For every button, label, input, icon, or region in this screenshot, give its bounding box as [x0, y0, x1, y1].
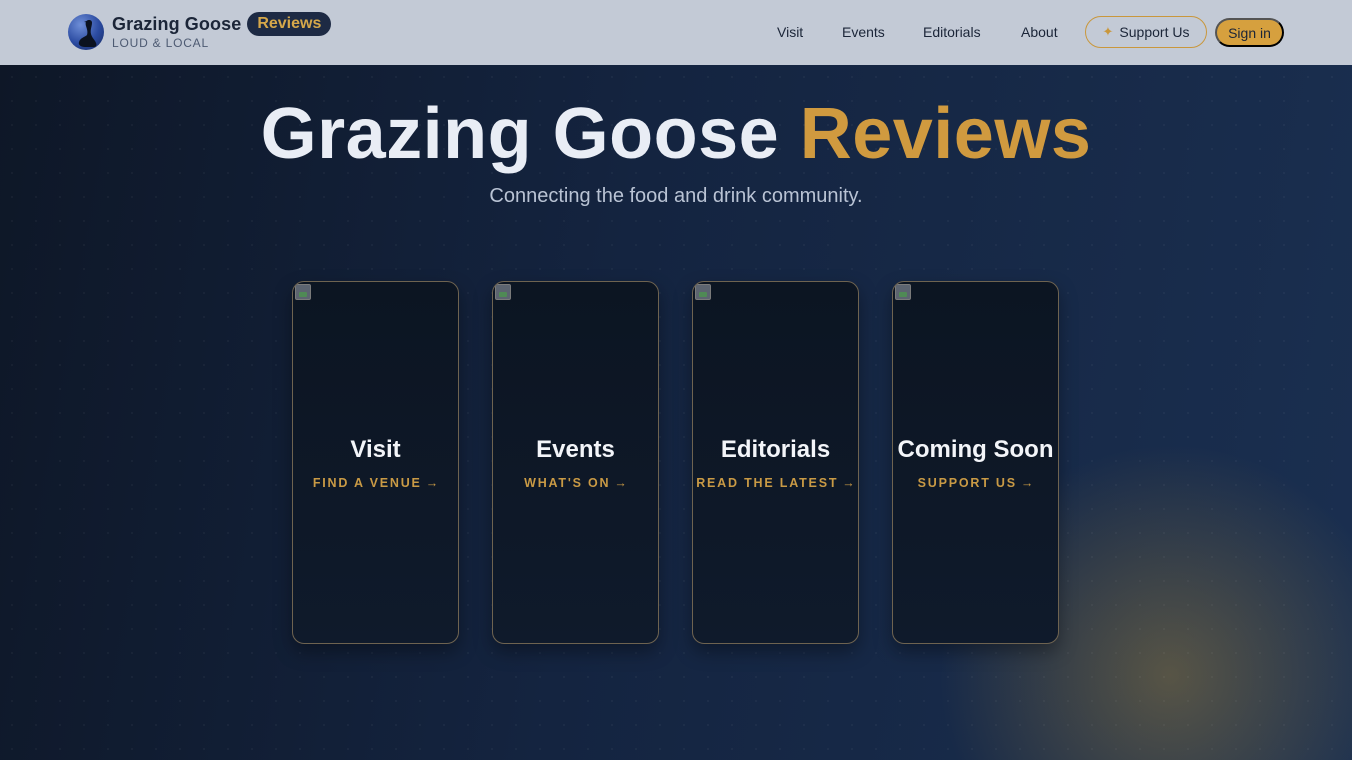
hero-title-main: Grazing Goose — [260, 94, 780, 174]
arrow-right-icon: → — [842, 476, 855, 490]
card-title: Editorials — [720, 436, 831, 463]
arrow-right-icon: → — [425, 476, 439, 490]
card-cta: WHAT'S ON → — [493, 476, 658, 490]
brand-tagline: LOUD & LOCAL — [112, 36, 209, 50]
card-cta-label: FIND A VENUE — [312, 476, 422, 490]
card-cta-label: READ THE LATEST — [696, 476, 839, 490]
brand-name: Grazing Goose — [112, 13, 242, 34]
card-title: Visit — [350, 436, 401, 463]
support-us-label: Support Us — [1119, 24, 1190, 40]
hero-section: Grazing Goose Reviews Connecting the foo… — [0, 65, 1352, 760]
card-image — [295, 284, 311, 300]
card-title: Coming Soon — [897, 436, 1054, 463]
brand-pill: Reviews — [247, 12, 332, 36]
card-coming-soon[interactable]: Coming Soon SUPPORT US → — [892, 281, 1059, 644]
card-visit[interactable]: Visit FIND A VENUE → — [292, 281, 459, 644]
site-header: Grazing Goose Reviews LOUD & LOCAL Visit… — [0, 0, 1352, 65]
card-cta-label: WHAT'S ON — [524, 476, 611, 490]
arrow-right-icon: → — [614, 476, 627, 490]
hero-subtitle: Connecting the food and drink community. — [489, 185, 863, 207]
sign-in-button[interactable]: Sign in — [1215, 18, 1284, 47]
nav-link-events[interactable]: Events — [842, 24, 885, 40]
brand[interactable]: Grazing Goose Reviews LOUD & LOCAL — [68, 12, 332, 50]
card-title: Events — [536, 436, 615, 463]
goose-icon — [68, 14, 104, 50]
card-cta: SUPPORT US → — [893, 476, 1058, 490]
card-image — [895, 284, 911, 300]
card-image — [495, 284, 511, 300]
card-cta: READ THE LATEST → — [693, 476, 858, 490]
arrow-right-icon: → — [1020, 476, 1034, 490]
sparkle-icon: ✦ — [1102, 24, 1114, 39]
nav-link-about[interactable]: About — [1021, 24, 1058, 40]
nav-link-editorials[interactable]: Editorials — [923, 24, 981, 40]
nav-link-visit[interactable]: Visit — [777, 24, 803, 40]
hero-title-accent: Reviews — [799, 94, 1092, 174]
support-us-button[interactable]: ✦ Support Us — [1085, 16, 1207, 48]
card-editorials[interactable]: Editorials READ THE LATEST → — [692, 281, 859, 644]
card-image — [695, 284, 711, 300]
card-cta-label: SUPPORT US — [917, 476, 1017, 490]
card-cta: FIND A VENUE → — [293, 476, 458, 490]
hero-title: Grazing Goose Reviews — [0, 93, 1352, 175]
card-events[interactable]: Events WHAT'S ON → — [492, 281, 659, 644]
